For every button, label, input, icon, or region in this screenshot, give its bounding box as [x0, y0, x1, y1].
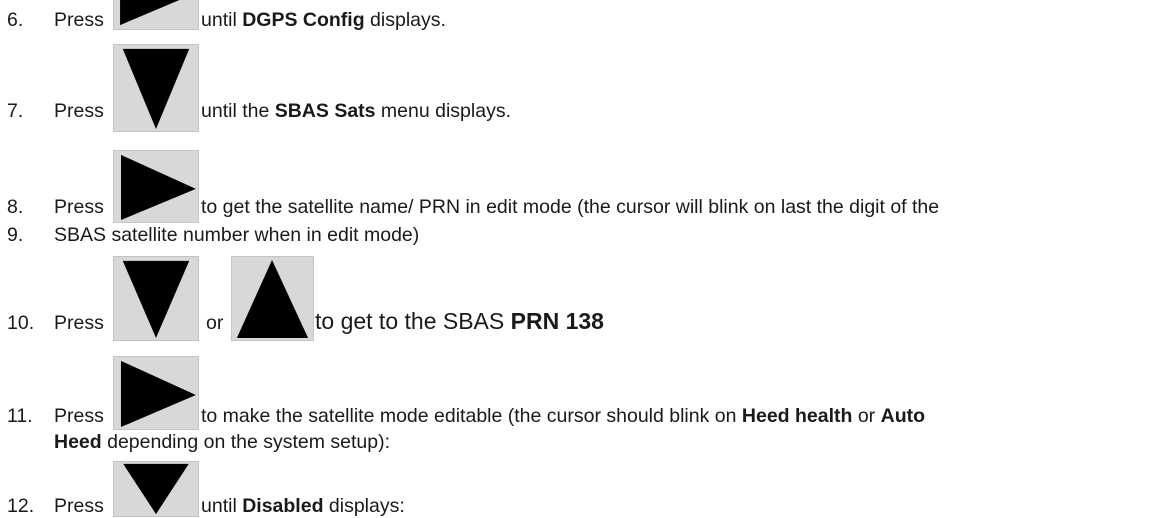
press-label: Press [54, 196, 104, 218]
step-bold: DGPS Config [242, 9, 365, 31]
down-arrow-icon-svg [123, 463, 189, 515]
up-arrow-icon [231, 256, 314, 341]
up-arrow-icon-svg [236, 259, 309, 339]
step-bold: SBAS Sats [274, 100, 376, 122]
step-text: displays: [323, 495, 405, 517]
down-arrow-icon [113, 461, 199, 517]
right-arrow-icon-svg [120, 154, 196, 221]
step-text: until [201, 495, 243, 517]
step-number: 8. [7, 196, 24, 218]
step-text: until the [201, 100, 275, 122]
step-bold: Heed health [741, 405, 853, 427]
down-arrow-icon-svg [122, 260, 190, 339]
step-text: depending on the system setup): [101, 431, 391, 453]
step-number: 12. [7, 495, 35, 517]
step-text: displays. [364, 9, 446, 31]
step-number: 6. [7, 9, 24, 31]
down-arrow-icon [113, 256, 199, 341]
step-text: to get the satellite name/ PRN in edit m… [201, 196, 940, 218]
step-number: 11. [7, 405, 33, 427]
step-text: SBAS satellite number when in edit mode) [54, 224, 420, 246]
right-arrow-icon-svg [120, 0, 180, 26]
press-label: Press [54, 405, 104, 427]
step-number: 7. [7, 100, 24, 122]
press-label: Press [54, 312, 104, 334]
step-text: until [201, 9, 243, 31]
step-bold: PRN 138 [510, 308, 604, 334]
step-text: to make the satellite mode editable (the… [201, 405, 742, 427]
down-arrow-icon-svg [122, 48, 190, 130]
step-11-continuation: Heed depending on the system setup): [54, 430, 390, 454]
step-text: to get to the SBAS [315, 308, 511, 334]
step-number: 9. [7, 224, 24, 246]
press-label: Press [54, 495, 104, 517]
press-label: Press [54, 9, 104, 31]
step-text: or [852, 405, 881, 427]
right-arrow-icon [113, 150, 199, 223]
step-number: 10. [7, 312, 35, 334]
right-arrow-icon [113, 0, 199, 30]
down-arrow-icon [113, 44, 199, 132]
press-label: Press [54, 100, 104, 122]
step-bold: Disabled [242, 495, 324, 517]
step-bold: Heed [54, 431, 102, 453]
step-text: menu displays. [375, 100, 511, 122]
step-bold: Auto [880, 405, 926, 427]
right-arrow-icon [113, 356, 199, 430]
or-label: or [206, 312, 224, 334]
right-arrow-icon-svg [120, 360, 196, 428]
